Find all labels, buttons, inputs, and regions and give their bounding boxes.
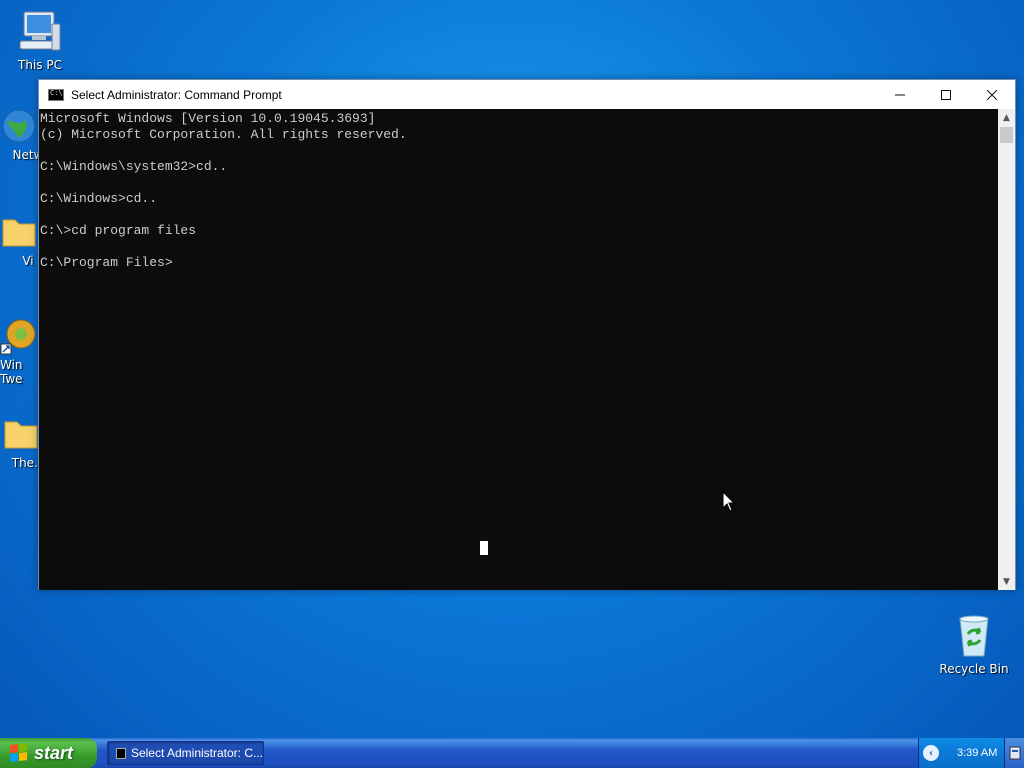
show-hidden-icons-chevron-icon[interactable]: ‹ <box>923 745 939 761</box>
maximize-button[interactable] <box>923 80 969 109</box>
scroll-up-arrow-icon[interactable]: ▲ <box>998 109 1015 126</box>
command-prompt-window[interactable]: Select Administrator: Command Prompt Mic… <box>38 79 1016 590</box>
start-label: start <box>34 742 74 763</box>
tweaker-icon <box>0 319 36 355</box>
desktop-icon-recycle-bin[interactable]: Recycle Bin <box>937 612 1011 676</box>
taskbar: start Select Administrator: C... ‹ 3:39 … <box>0 738 1024 768</box>
taskbar-item-label: Select Administrator: C... <box>130 746 263 760</box>
minimize-icon <box>895 94 905 95</box>
windows-logo-icon <box>10 743 28 763</box>
folder-icon <box>2 219 36 247</box>
folder-icon <box>4 421 38 449</box>
scroll-down-arrow-icon[interactable]: ▼ <box>998 573 1015 590</box>
vertical-scrollbar[interactable]: ▲ ▼ <box>998 109 1015 590</box>
recycle-bin-icon <box>959 615 989 657</box>
mouse-pointer-icon <box>722 491 736 512</box>
close-button[interactable] <box>969 80 1015 109</box>
desktop-icon-label: Win Twe <box>0 358 23 386</box>
scroll-thumb[interactable] <box>1000 127 1013 143</box>
cmd-icon <box>48 88 64 101</box>
minimize-button[interactable] <box>877 80 923 109</box>
desktop-icon-label: This PC <box>18 58 62 72</box>
desktop-icon-this-pc[interactable]: This PC <box>3 8 77 72</box>
text-cursor <box>480 541 488 555</box>
show-desktop-icon <box>1009 746 1020 760</box>
desktop-icon-label: Recycle Bin <box>939 662 1009 676</box>
show-desktop-button[interactable] <box>1004 738 1024 768</box>
start-button[interactable]: start <box>0 738 97 768</box>
window-controls <box>877 80 1015 109</box>
globe-icon <box>2 109 36 143</box>
computer-icon <box>19 11 61 51</box>
clock[interactable]: 3:39 AM <box>957 747 997 759</box>
console-area[interactable]: Microsoft Windows [Version 10.0.19045.36… <box>39 109 1000 590</box>
console-output: Microsoft Windows [Version 10.0.19045.36… <box>40 111 407 270</box>
close-icon <box>987 89 997 100</box>
maximize-icon <box>941 89 951 100</box>
title-bar[interactable]: Select Administrator: Command Prompt <box>39 80 1015 109</box>
cmd-icon <box>116 747 126 759</box>
taskbar-item-command-prompt[interactable]: Select Administrator: C... <box>107 741 264 765</box>
window-title: Select Administrator: Command Prompt <box>71 87 282 102</box>
